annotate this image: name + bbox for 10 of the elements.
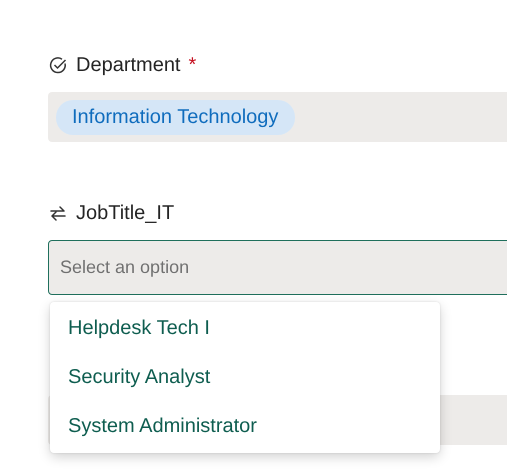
menu-option[interactable]: Helpdesk Tech I <box>50 304 440 353</box>
menu-option[interactable]: System Administrator <box>50 402 440 451</box>
field-label: Department <box>76 54 180 76</box>
field-label: JobTitle_IT <box>76 202 174 224</box>
value-tag: Information Technology <box>56 100 296 134</box>
select-field[interactable]: Select an option <box>48 240 507 295</box>
required-mark: * <box>188 54 196 76</box>
check-circle-icon <box>48 55 68 75</box>
menu-option[interactable]: Security Analyst <box>50 353 440 402</box>
input-field[interactable]: Information Technology <box>48 92 507 142</box>
